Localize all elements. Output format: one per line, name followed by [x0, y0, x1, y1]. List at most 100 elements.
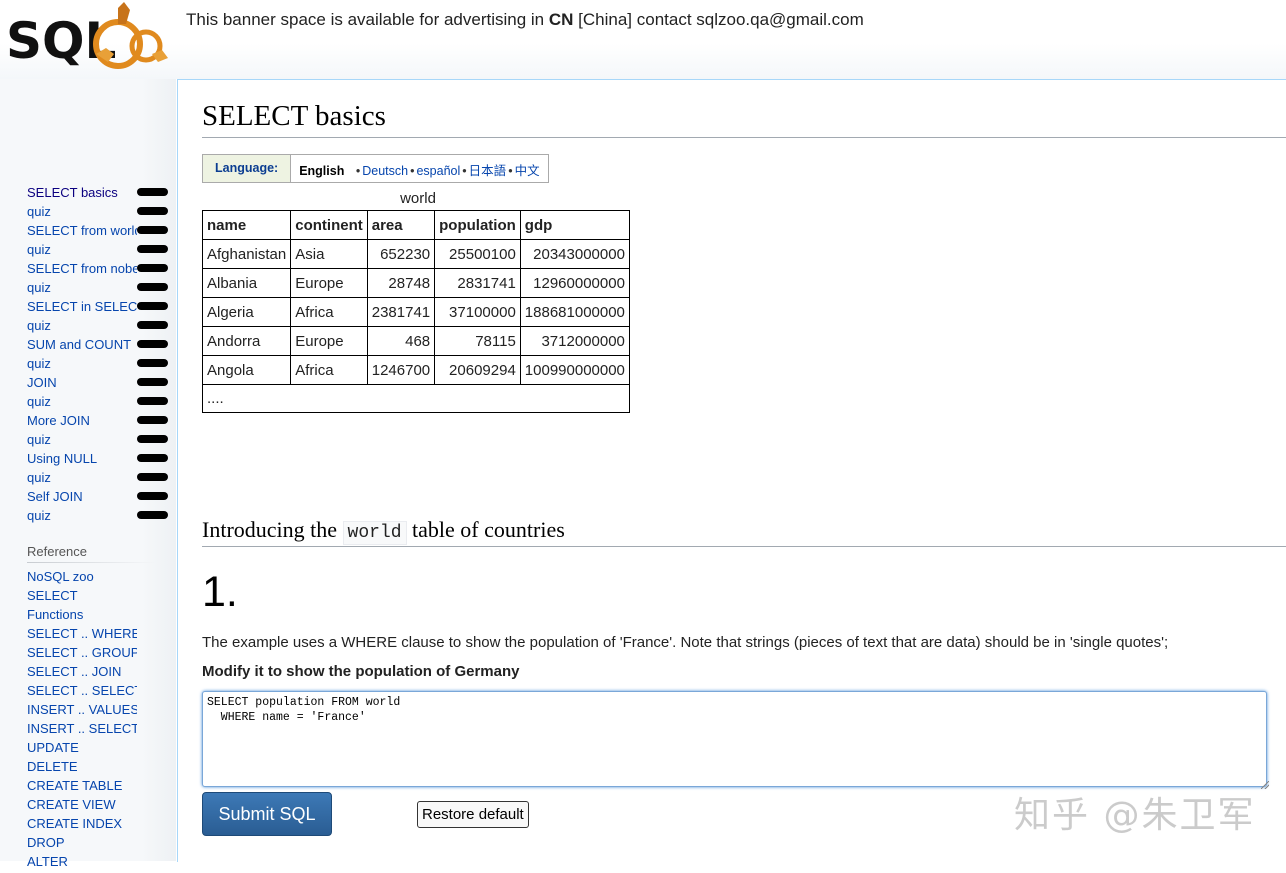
progress-indicator: [137, 207, 168, 215]
sidebar-link[interactable]: quiz: [27, 508, 51, 524]
progress-indicator: [137, 188, 168, 196]
language-link[interactable]: 日本語: [469, 164, 507, 178]
restore-default-button[interactable]: Restore default: [417, 801, 529, 828]
sidebar-item: quiz: [27, 318, 172, 337]
reference-link[interactable]: SELECT .. GROUP BY: [27, 645, 137, 661]
reference-item: SELECT .. JOIN: [27, 664, 137, 683]
reference-item: SELECT .. WHERE: [27, 626, 137, 645]
table-cell: 25500100: [434, 239, 521, 269]
table-cell: 37100000: [434, 297, 521, 327]
progress-indicator: [137, 397, 168, 405]
language-separator: •: [355, 164, 361, 178]
sidebar-link[interactable]: quiz: [27, 204, 51, 220]
reference-link[interactable]: DROP: [27, 835, 65, 851]
sidebar-link[interactable]: quiz: [27, 356, 51, 372]
reference-link[interactable]: INSERT .. SELECT: [27, 721, 137, 737]
table-cell: Albania: [201, 268, 292, 298]
reference-link[interactable]: Functions: [27, 607, 83, 623]
sidebar-link[interactable]: quiz: [27, 470, 51, 486]
top-banner: SQL This banner space is available for a…: [0, 0, 1286, 79]
language-label: Language:: [203, 155, 292, 182]
reference-divider: [27, 562, 155, 563]
reference-link[interactable]: SELECT .. SELECT: [27, 683, 137, 699]
question-description: The example uses a WHERE clause to show …: [202, 634, 1169, 651]
progress-indicator: [137, 264, 168, 272]
table-cell: 2831741: [434, 268, 521, 298]
reference-item: UPDATE: [27, 740, 137, 759]
progress-indicator: [137, 435, 168, 443]
reference-link[interactable]: ALTER: [27, 854, 68, 870]
reference-heading: Reference: [27, 544, 87, 559]
sidebar-link[interactable]: SELECT from nobel: [27, 261, 137, 277]
language-selector: Language: English • Deutsch • español • 日本語 • 中…: [202, 154, 549, 183]
sidebar-item: SELECT from world: [27, 223, 172, 242]
table-caption: world: [400, 190, 436, 207]
reference-item: SELECT: [27, 588, 137, 607]
sidebar-link[interactable]: quiz: [27, 280, 51, 296]
sidebar-link[interactable]: SELECT from world: [27, 223, 137, 239]
banner-contact: [China] contact sqlzoo.qa@gmail.com: [573, 10, 864, 29]
reference-link[interactable]: CREATE TABLE: [27, 778, 122, 794]
reference-link[interactable]: SELECT .. WHERE: [27, 626, 137, 642]
table-cell: 78115: [434, 326, 521, 356]
sidebar-item: quiz: [27, 356, 172, 375]
reference-link[interactable]: NoSQL zoo: [27, 569, 94, 585]
progress-indicator: [137, 245, 168, 253]
reference-link[interactable]: INSERT .. VALUES: [27, 702, 137, 718]
sidebar-link[interactable]: quiz: [27, 394, 51, 410]
sidebar-item: quiz: [27, 432, 172, 451]
table-cell: Afghanistan: [201, 239, 292, 269]
column-header: name: [201, 210, 292, 240]
progress-indicator: [137, 473, 168, 481]
sidebar-link[interactable]: JOIN: [27, 375, 57, 391]
language-link[interactable]: 中文: [515, 164, 540, 178]
reference-item: DELETE: [27, 759, 137, 778]
reference-link[interactable]: UPDATE: [27, 740, 79, 756]
sql-editor[interactable]: SELECT population FROM world WHERE name …: [202, 691, 1267, 787]
reference-link[interactable]: CREATE VIEW: [27, 797, 116, 813]
reference-nav: NoSQL zoo SELECT Functions SELECT .. WHERE S…: [27, 569, 137, 873]
sidebar-link[interactable]: quiz: [27, 318, 51, 334]
table-row: Angola Africa 1246700 20609294 100990000000: [201, 355, 630, 385]
sidebar-link[interactable]: SELECT in SELECT: [27, 299, 137, 315]
language-list: English • Deutsch • español • 日本語 • 中文: [291, 155, 547, 182]
progress-indicator: [137, 416, 168, 424]
progress-indicator: [137, 378, 168, 386]
sidebar-item: Using NULL: [27, 451, 172, 470]
reference-item: ALTER: [27, 854, 137, 873]
reference-link[interactable]: DELETE: [27, 759, 78, 775]
table-cell: 652230: [366, 239, 436, 269]
sidebar-link[interactable]: SUM and COUNT: [27, 337, 131, 353]
watermark: 知乎 @朱卫军: [1014, 795, 1256, 836]
language-link[interactable]: Deutsch: [362, 164, 408, 178]
reference-item: CREATE TABLE: [27, 778, 137, 797]
reference-link[interactable]: SELECT .. JOIN: [27, 664, 121, 680]
resize-grip-icon[interactable]: [1261, 781, 1269, 789]
sidebar-item: quiz: [27, 242, 172, 261]
submit-sql-button[interactable]: Submit SQL: [202, 792, 332, 836]
sqlzoo-logo[interactable]: SQL: [6, 2, 176, 74]
table-cell: Angola: [201, 355, 292, 385]
language-separator: •: [508, 164, 513, 178]
column-header: population: [434, 210, 521, 240]
main-content: SELECT basics Language: English • Deutsch…: [177, 79, 1286, 862]
heading-before: Introducing the: [202, 517, 343, 542]
sidebar-link[interactable]: SELECT basics: [27, 185, 118, 201]
reference-link[interactable]: CREATE INDEX: [27, 816, 122, 832]
title-divider: [202, 137, 1286, 138]
sidebar-link[interactable]: quiz: [27, 432, 51, 448]
sidebar-link[interactable]: Self JOIN: [27, 489, 83, 505]
sidebar-item: quiz: [27, 394, 172, 413]
sidebar-link[interactable]: Using NULL: [27, 451, 97, 467]
language-link[interactable]: español: [416, 164, 460, 178]
progress-indicator: [137, 226, 168, 234]
section-heading: Introducing the world table of countries: [202, 517, 565, 545]
sidebar-item: SUM and COUNT: [27, 337, 172, 356]
table-more-cell: ....: [202, 384, 630, 413]
sidebar-item: More JOIN: [27, 413, 172, 432]
section-divider: [202, 546, 1286, 547]
table-row-more: ....: [202, 384, 630, 413]
sidebar-link[interactable]: More JOIN: [27, 413, 90, 429]
reference-link[interactable]: SELECT: [27, 588, 78, 604]
sidebar-link[interactable]: quiz: [27, 242, 51, 258]
